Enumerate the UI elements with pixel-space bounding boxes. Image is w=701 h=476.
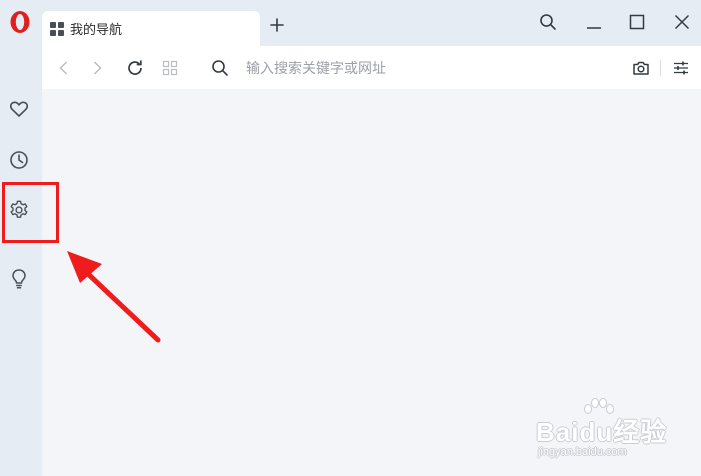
plus-icon: [270, 18, 284, 32]
annotation-highlight-box: [2, 182, 59, 243]
grid-icon: [50, 21, 64, 36]
toolbar-divider: [660, 60, 661, 76]
browser-window: 我的导航 输入搜索关键字或网址 Baidu经验 jingyan.baidu.co…: [0, 0, 701, 476]
clock-icon: [10, 151, 28, 169]
lightbulb-icon: [12, 269, 26, 289]
search-icon: [540, 14, 556, 30]
chevron-left-icon: [59, 61, 68, 75]
chevron-right-icon: [93, 61, 102, 75]
snapshot-button[interactable]: [629, 56, 653, 80]
address-bar-input[interactable]: [246, 57, 616, 79]
reload-button[interactable]: [123, 56, 147, 80]
sidebar-item-tips[interactable]: [7, 267, 31, 291]
maximize-button[interactable]: [623, 8, 651, 36]
watermark-url: jingyan.baidu.com: [538, 446, 627, 458]
toolbar: [42, 46, 701, 89]
maximize-icon: [629, 14, 645, 30]
close-icon: [674, 14, 690, 30]
opera-logo-icon[interactable]: [8, 10, 32, 34]
address-search-icon: [208, 56, 232, 80]
baidu-jingyan-watermark: Baidu经验 jingyan.baidu.com: [536, 398, 696, 466]
new-tab-button[interactable]: [266, 14, 288, 36]
sliders-icon: [674, 61, 688, 75]
forward-button[interactable]: [85, 56, 109, 80]
reload-icon: [128, 60, 142, 75]
sidebar-item-favorites[interactable]: [7, 97, 31, 121]
tab-search-button[interactable]: [534, 8, 562, 36]
speed-dial-button[interactable]: [158, 56, 182, 80]
tab-title: 我的导航: [70, 22, 123, 37]
back-button[interactable]: [52, 56, 76, 80]
search-icon: [212, 60, 228, 76]
grid-outline-icon: [162, 60, 178, 76]
camera-icon: [633, 61, 649, 75]
minimize-icon: [587, 27, 601, 29]
minimize-button[interactable]: [580, 8, 608, 36]
heart-icon: [9, 101, 29, 117]
easy-setup-button[interactable]: [669, 56, 693, 80]
close-button[interactable]: [668, 8, 696, 36]
watermark-brand: Baidu经验: [536, 417, 668, 447]
sidebar-item-history[interactable]: [7, 148, 31, 172]
tab-my-navigation[interactable]: 我的导航: [42, 11, 260, 46]
annotation-arrow: [67, 251, 161, 343]
